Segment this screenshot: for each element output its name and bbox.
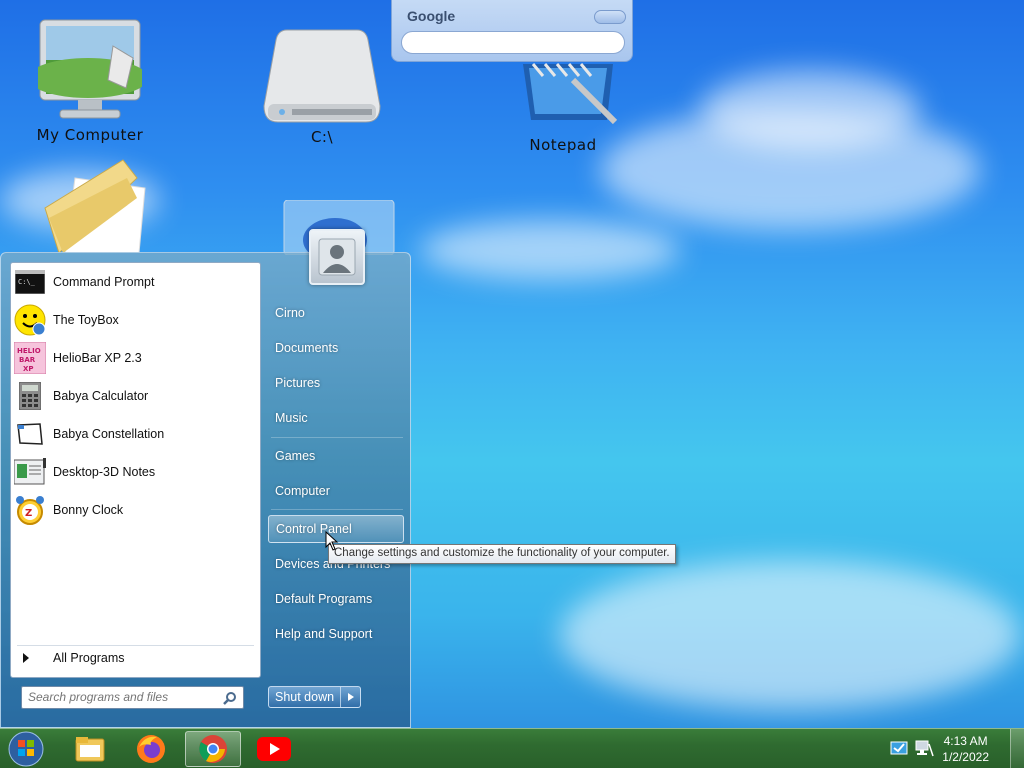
- cloud: [700, 70, 920, 150]
- cloud: [420, 220, 680, 280]
- mouse-cursor-icon: [325, 530, 339, 555]
- svg-text:BAR: BAR: [19, 356, 36, 364]
- desktop-icon-folder[interactable]: [20, 158, 170, 254]
- svg-text:Z: Z: [25, 508, 32, 519]
- program-item-heliobar[interactable]: HELIO BAR XP HelioBar XP 2.3: [11, 340, 260, 376]
- heliobar-icon: HELIO BAR XP: [13, 341, 47, 375]
- start-right-item-computer[interactable]: Computer: [268, 477, 404, 505]
- program-item-constellation[interactable]: Babya Constellation: [11, 416, 260, 452]
- tooltip: Change settings and customize the functi…: [328, 544, 676, 564]
- desktop-icon-label: Notepad: [529, 136, 597, 154]
- start-right-item-default-programs[interactable]: Default Programs: [268, 585, 404, 613]
- clock[interactable]: 4:13 AM 1/2/2022: [942, 733, 989, 765]
- hard-drive-icon: [262, 26, 382, 124]
- arrow-right-icon: [23, 653, 29, 663]
- svg-text:C:\_: C:\_: [18, 278, 36, 286]
- program-label: HelioBar XP 2.3: [53, 351, 142, 365]
- program-item-command-prompt[interactable]: C:\_ Command Prompt: [11, 264, 260, 300]
- taskbar-firefox[interactable]: [123, 731, 179, 767]
- program-label: The ToyBox: [53, 313, 119, 327]
- divider: [17, 645, 254, 646]
- folder-icon: [35, 158, 155, 254]
- program-label: Babya Calculator: [53, 389, 149, 403]
- firefox-icon: [137, 735, 165, 763]
- desktop-icon-notepad[interactable]: Notepad: [488, 60, 638, 154]
- svg-text:XP: XP: [23, 365, 34, 373]
- command-prompt-icon: C:\_: [13, 265, 47, 299]
- start-menu: C:\_ Command Prompt The ToyBox HELIO BAR X…: [0, 229, 411, 728]
- start-right-item-documents[interactable]: Documents: [268, 334, 404, 362]
- program-label: Bonny Clock: [53, 503, 124, 517]
- taskbar: 4:13 AM 1/2/2022: [0, 728, 1024, 768]
- gadget-title: Google: [407, 8, 456, 24]
- svg-text:HELIO: HELIO: [17, 347, 41, 355]
- clock-time: 4:13 AM: [943, 734, 988, 748]
- youtube-icon: [257, 737, 291, 761]
- program-label: Desktop-3D Notes: [53, 465, 156, 479]
- chrome-icon: [199, 735, 227, 763]
- divider: [271, 509, 403, 510]
- chevron-right-icon: [347, 693, 354, 701]
- shutdown-button[interactable]: Shut down: [269, 687, 340, 707]
- calculator-icon: [13, 379, 47, 413]
- shutdown-button-group: Shut down: [268, 686, 362, 708]
- start-search-input[interactable]: [28, 690, 213, 704]
- taskbar-chrome[interactable]: [185, 731, 241, 767]
- start-right-item-games[interactable]: Games: [268, 442, 404, 470]
- desktop-icon-my-computer[interactable]: My Computer: [15, 18, 165, 144]
- start-right-item-help-support[interactable]: Help and Support: [268, 620, 404, 648]
- start-right-item-pictures[interactable]: Pictures: [268, 369, 404, 397]
- gadget-search-button[interactable]: [594, 10, 626, 24]
- google-search-gadget: Google: [391, 0, 633, 62]
- start-button[interactable]: [0, 731, 52, 767]
- program-item-bonny-clock[interactable]: Z Bonny Clock: [11, 492, 260, 528]
- right-item-label: Pictures: [275, 376, 321, 390]
- show-desktop-button[interactable]: [1010, 729, 1024, 768]
- program-item-toybox[interactable]: The ToyBox: [11, 302, 260, 338]
- taskbar-file-explorer[interactable]: [62, 731, 118, 767]
- program-label: Command Prompt: [53, 275, 155, 289]
- right-item-label: Default Programs: [275, 592, 373, 606]
- search-icon[interactable]: [223, 690, 237, 709]
- program-item-desktop-3d-notes[interactable]: Desktop-3D Notes: [11, 454, 260, 490]
- gadget-search-input[interactable]: [401, 31, 625, 54]
- flag-notification-icon[interactable]: [890, 740, 908, 760]
- alarm-clock-icon: Z: [13, 493, 47, 527]
- all-programs-button[interactable]: All Programs: [19, 651, 125, 665]
- right-item-label: Music: [275, 411, 308, 425]
- desktop-icon-c-drive[interactable]: C:\: [247, 26, 397, 146]
- start-right-item-music[interactable]: Music: [268, 404, 404, 432]
- taskbar-youtube[interactable]: [246, 731, 302, 767]
- shutdown-options-button[interactable]: [340, 687, 360, 707]
- right-item-label: Computer: [275, 484, 330, 498]
- right-item-label: Help and Support: [275, 627, 373, 641]
- program-item-calculator[interactable]: Babya Calculator: [11, 378, 260, 414]
- network-icon[interactable]: [914, 739, 934, 761]
- file-explorer-icon: [75, 737, 105, 762]
- start-right-item-user[interactable]: Cirno: [268, 299, 404, 327]
- constellation-icon: [13, 417, 47, 451]
- program-label: Babya Constellation: [53, 427, 165, 441]
- right-item-label: Cirno: [275, 306, 305, 320]
- programs-pane: C:\_ Command Prompt The ToyBox HELIO BAR X…: [10, 262, 261, 678]
- desktop-icon-label: My Computer: [36, 126, 144, 144]
- divider: [271, 437, 403, 438]
- right-item-label: Control Panel: [276, 522, 352, 536]
- right-item-label: Documents: [275, 341, 339, 355]
- clock-date: 1/2/2022: [942, 750, 989, 764]
- windows-orb-icon: [8, 731, 44, 767]
- start-search-box[interactable]: [21, 686, 244, 709]
- notepad-icon: [503, 60, 623, 126]
- notes-icon: [13, 455, 47, 489]
- monitor-icon: [28, 18, 148, 122]
- desktop-icon-label: C:\: [310, 128, 334, 146]
- all-programs-label: All Programs: [53, 651, 125, 665]
- cloud: [560, 560, 1020, 710]
- right-item-label: Games: [275, 449, 316, 463]
- user-avatar[interactable]: [309, 229, 365, 285]
- user-icon: [318, 238, 356, 276]
- smiley-icon: [13, 303, 47, 337]
